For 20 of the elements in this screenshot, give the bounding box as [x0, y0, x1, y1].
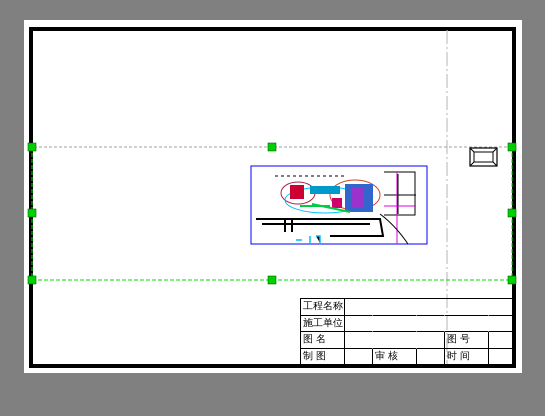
- title-block-cell: [345, 348, 373, 365]
- title-block-label: 制 图: [301, 348, 345, 365]
- title-block-label: 工程名称: [301, 299, 345, 316]
- title-block-label: 图 号: [445, 332, 489, 348]
- title-block-label: 施工单位: [301, 316, 345, 332]
- grip-handle[interactable]: [28, 276, 36, 284]
- grip-handle[interactable]: [508, 208, 516, 218]
- grip-handle[interactable]: [28, 208, 36, 218]
- title-block-label: 审 核: [373, 348, 417, 365]
- frame-drawing: [469, 147, 498, 167]
- grip-handle[interactable]: [508, 276, 516, 284]
- grip-handle[interactable]: [268, 276, 276, 284]
- grip-handle[interactable]: [28, 142, 36, 152]
- title-block-cell: [417, 348, 445, 365]
- title-block-cell: [489, 316, 513, 332]
- title-block-cell: [417, 332, 445, 348]
- grip-handle[interactable]: [508, 142, 516, 152]
- title-block-label: 时 间: [445, 348, 489, 365]
- title-block-label: 图 名: [301, 332, 345, 348]
- grip-handle[interactable]: [268, 142, 276, 152]
